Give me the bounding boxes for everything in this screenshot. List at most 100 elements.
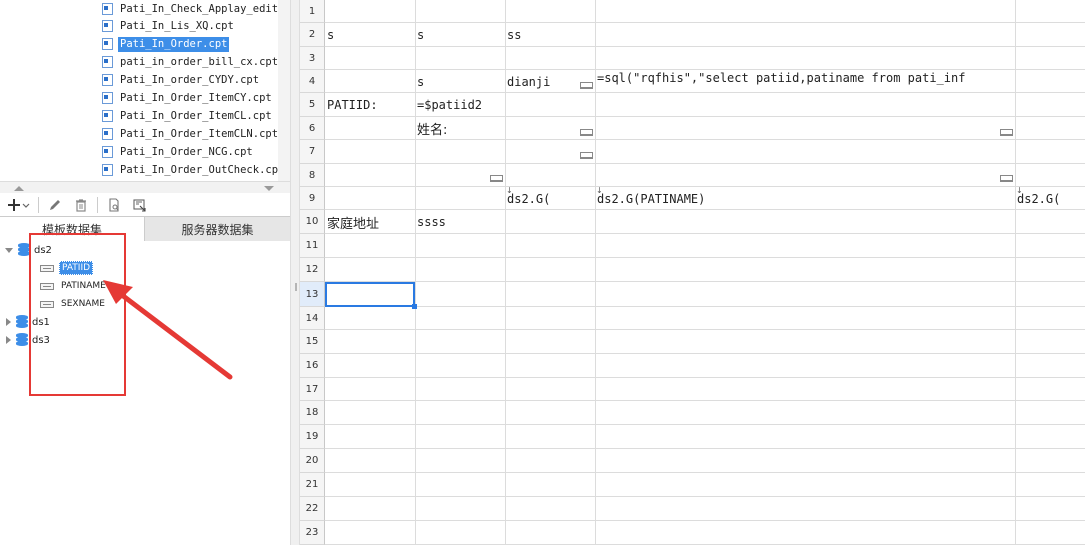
expand-toggle-icon[interactable] (5, 247, 13, 253)
field-name: PATIID (59, 261, 94, 275)
dataset-tree: ds2 PATIID PATINAME SEXNAME ds1 ds3 (0, 241, 290, 545)
tree-node-ds3[interactable]: ds3 (6, 332, 50, 348)
row-header[interactable]: 12 (300, 258, 325, 282)
cell-e9[interactable]: ds2.G( (1015, 187, 1085, 210)
expand-toggle-icon[interactable] (6, 336, 11, 344)
row-header[interactable]: 23 (300, 521, 325, 545)
row-header[interactable]: 15 (300, 330, 325, 354)
cell-c9[interactable]: ds2.G( (505, 187, 595, 210)
cpt-file-icon (102, 146, 113, 158)
field-icon (40, 300, 54, 308)
cell-d4[interactable]: =sql("rqfhis","select patiid,patiname fr… (595, 70, 1015, 93)
expand-toggle-icon[interactable] (6, 318, 11, 326)
file-item[interactable]: Pati_In_Lis_XQ.cpt (102, 17, 236, 35)
file-item[interactable]: Pati_In_Check_Applay_edit.cpt (102, 0, 290, 18)
trash-icon (76, 199, 86, 212)
collapse-up-icon[interactable] (14, 186, 24, 191)
tree-node-ds2[interactable]: ds2 (5, 242, 52, 258)
row-header[interactable]: 22 (300, 497, 325, 521)
tree-field-patiid[interactable]: PATIID (40, 260, 94, 276)
row-header[interactable]: 17 (300, 378, 325, 401)
row-header[interactable]: 3 (300, 47, 325, 70)
row-header[interactable]: 2 (300, 23, 325, 47)
file-item[interactable]: Pati_In_Order.cpt (102, 35, 230, 53)
collapse-down-icon[interactable] (264, 186, 274, 191)
expand-down-icon: ↓ (1016, 186, 1023, 195)
delete-dataset-button[interactable] (71, 195, 91, 215)
file-item[interactable]: Pati_In_order_CYDY.cpt (102, 71, 261, 89)
add-dataset-button[interactable] (6, 195, 32, 215)
file-name: Pati_In_Lis_XQ.cpt (120, 19, 234, 32)
file-item[interactable]: Pati_In_Order_ItemCLN.cpt (102, 125, 280, 143)
divider-grip-icon[interactable]: ‖ (294, 282, 298, 291)
file-item[interactable]: Pati_In_Order_OutCheck.cpt (102, 161, 286, 179)
cell-b5[interactable]: =$patiid2 (415, 93, 505, 117)
widget-marker-icon (1000, 175, 1013, 182)
row-header[interactable]: 13 (300, 282, 325, 307)
database-icon (16, 333, 28, 347)
edit-dataset-button[interactable] (45, 195, 65, 215)
tree-field-sexname[interactable]: SEXNAME (40, 296, 107, 312)
tree-node-ds1[interactable]: ds1 (6, 314, 50, 330)
row-header[interactable]: 14 (300, 307, 325, 330)
row-header[interactable]: 8 (300, 164, 325, 187)
row-header[interactable]: 6 (300, 117, 325, 140)
file-item[interactable]: pati_in_order_bill_cx.cpt (102, 53, 280, 71)
dataset-toolbar (0, 193, 290, 217)
database-icon (18, 243, 30, 257)
tab-server-dataset[interactable]: 服务器数据集 (145, 216, 290, 241)
export-dataset-button[interactable] (130, 195, 150, 215)
tab-template-dataset[interactable]: 模板数据集 (0, 216, 145, 241)
cell-a2[interactable]: s (325, 23, 415, 47)
row-header[interactable]: 18 (300, 401, 325, 425)
preview-dataset-button[interactable] (104, 195, 124, 215)
grid-line (325, 257, 1085, 258)
file-name: Pati_In_Order_NCG.cpt (120, 145, 253, 158)
row-header[interactable]: 1 (300, 0, 325, 23)
row-header[interactable]: 9 (300, 187, 325, 210)
cell-b10[interactable]: ssss (415, 210, 505, 234)
cell-c2[interactable]: ss (505, 23, 595, 47)
cell-b4[interactable]: s (415, 70, 505, 93)
row-header[interactable]: 7 (300, 140, 325, 164)
row-header[interactable]: 10 (300, 210, 325, 234)
field-icon (40, 264, 54, 272)
file-item[interactable]: Pati_In_Order_ItemCY.cpt (102, 89, 274, 107)
row-header[interactable]: 5 (300, 93, 325, 117)
expand-down-icon: ↓ (506, 186, 513, 195)
grid-line (325, 448, 1085, 449)
grid-line (325, 377, 1085, 378)
active-cell-b13[interactable] (325, 282, 417, 309)
grid-line (325, 496, 1085, 497)
file-list-scrollbar[interactable] (278, 0, 290, 181)
row-header[interactable]: 20 (300, 449, 325, 473)
row-header[interactable]: 21 (300, 473, 325, 497)
cell-b6[interactable]: 姓名: (415, 117, 505, 140)
dataset-tabs: 模板数据集 服务器数据集 (0, 216, 290, 241)
tree-field-patiname[interactable]: PATINAME (40, 278, 108, 294)
field-name: PATINAME (61, 281, 106, 291)
file-name: Pati_In_order_CYDY.cpt (120, 73, 260, 86)
widget-marker-icon (1000, 129, 1013, 136)
file-name: Pati_In_Order_ItemCL.cpt (120, 109, 272, 122)
file-name: pati_in_order_bill_cx.cpt (120, 55, 279, 68)
row-header[interactable]: 4 (300, 70, 325, 93)
template-file-list: Pati_In_Check_Applay_edit.cpt Pati_In_Li… (0, 0, 290, 181)
grid-line (325, 163, 1085, 164)
cell-a5[interactable]: PATIID: (325, 93, 415, 117)
widget-marker-icon (490, 175, 503, 182)
report-sheet[interactable]: 1 2 3 4 5 6 7 8 9 10 11 12 13 14 15 16 17 18 19 20 21 22 23 s … (300, 0, 1085, 545)
panel-splitter[interactable] (0, 181, 290, 193)
cell-b2[interactable]: s (415, 23, 505, 47)
file-item[interactable]: Pati_In_Order_NCG.cpt (102, 143, 255, 161)
cell-d9[interactable]: ds2.G(PATINAME) (595, 187, 1015, 210)
grid-line (325, 329, 1085, 330)
cell-a10[interactable]: 家庭地址 (325, 210, 415, 234)
grid-line (325, 306, 1085, 307)
row-header[interactable]: 11 (300, 234, 325, 258)
row-header[interactable]: 19 (300, 425, 325, 449)
grid-line (325, 281, 1085, 282)
panel-divider[interactable]: ‖ (290, 0, 300, 545)
file-item[interactable]: Pati_In_Order_ItemCL.cpt (102, 107, 274, 125)
row-header[interactable]: 16 (300, 354, 325, 378)
